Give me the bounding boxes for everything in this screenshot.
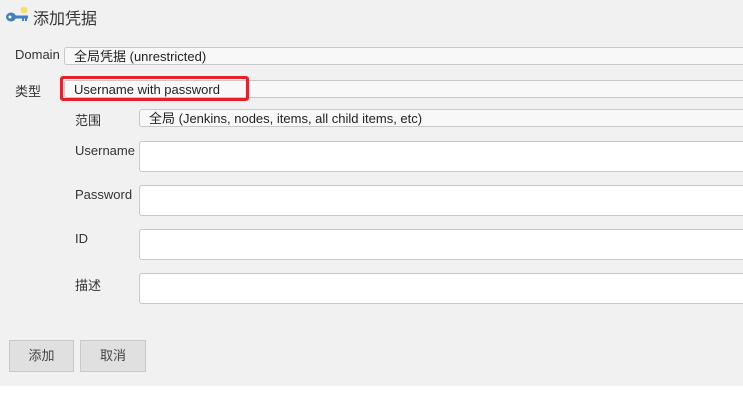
id-label: ID	[75, 231, 88, 246]
password-input[interactable]	[139, 185, 743, 216]
description-input[interactable]	[139, 273, 743, 304]
cancel-button[interactable]: 取消	[80, 340, 146, 372]
domain-select[interactable]: 全局凭据 (unrestricted)	[64, 47, 743, 65]
description-label: 描述	[75, 278, 102, 293]
key-icon	[6, 6, 28, 22]
domain-label: Domain	[15, 47, 60, 62]
add-button[interactable]: 添加	[9, 340, 74, 372]
scope-label: 范围	[75, 113, 102, 128]
highlight-box	[60, 76, 249, 101]
scope-select[interactable]: 全局 (Jenkins, nodes, items, all child ite…	[139, 109, 743, 127]
username-input[interactable]	[139, 141, 743, 172]
username-label: Username	[75, 143, 135, 158]
id-input[interactable]	[139, 229, 743, 260]
page-title: 添加凭据	[33, 11, 98, 28]
credentials-form-page: 添加凭据 Domain 全局凭据 (unrestricted) 类型 Usern…	[0, 0, 743, 386]
kind-label: 类型	[15, 84, 42, 99]
password-label: Password	[75, 187, 133, 202]
